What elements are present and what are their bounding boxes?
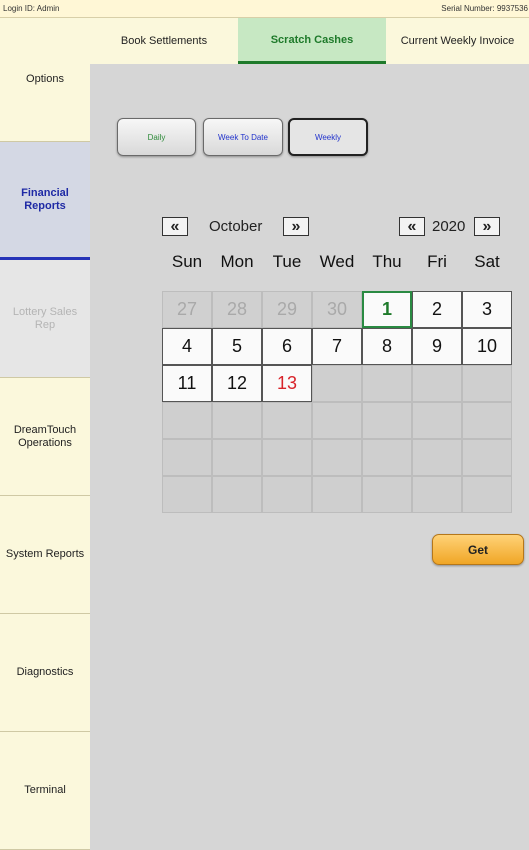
weekday-label: Fri <box>427 252 447 271</box>
prev-month-button[interactable]: « <box>162 217 188 236</box>
calendar-empty-cell <box>462 402 512 439</box>
sidebar-item-label: DreamTouch Operations <box>13 423 77 449</box>
calendar-day[interactable]: 10 <box>462 328 512 365</box>
calendar-empty-cell <box>162 402 212 439</box>
double-chevron-left-icon: « <box>407 217 417 235</box>
calendar-empty-cell <box>262 402 312 439</box>
weekday-label: Thu <box>372 252 402 271</box>
weekday-label: Sat <box>474 252 500 271</box>
calendar-day[interactable]: 9 <box>412 328 462 365</box>
prev-year-button[interactable]: « <box>399 217 425 236</box>
calendar-empty-cell <box>462 476 512 513</box>
calendar-empty-cell <box>162 439 212 476</box>
double-chevron-right-icon: » <box>482 217 492 235</box>
weekly-label: Weekly <box>314 132 342 142</box>
tab-label: Book Settlements <box>120 35 208 47</box>
calendar-empty-cell <box>312 439 362 476</box>
calendar-empty-cell <box>462 439 512 476</box>
tab-label: Current Weekly Invoice <box>400 35 515 47</box>
calendar-empty-cell <box>262 476 312 513</box>
status-bar: Login ID: Admin Serial Number: 9937536 <box>0 0 529 18</box>
daily-label: Daily <box>147 132 166 142</box>
calendar-empty-cell <box>262 439 312 476</box>
week-to-date-label: Week To Date <box>218 132 268 142</box>
calendar-empty-cell <box>312 476 362 513</box>
calendar-empty-cell <box>412 402 462 439</box>
weekday-label: Mon <box>220 252 254 271</box>
calendar-empty-cell <box>462 365 512 402</box>
calendar-day[interactable]: 30 <box>312 291 362 328</box>
sidebar-item-terminal[interactable]: Terminal <box>0 732 90 850</box>
calendar-day[interactable]: 6 <box>262 328 312 365</box>
daily-button[interactable]: Daily <box>117 118 196 156</box>
calendar-empty-cell <box>362 439 412 476</box>
calendar-day[interactable]: 1 <box>362 291 412 328</box>
calendar-empty-cell <box>312 365 362 402</box>
get-label: Get <box>467 542 488 557</box>
sidebar-item-label: Terminal <box>24 784 66 796</box>
sidebar-item-system-reports[interactable]: System Reports <box>0 496 90 614</box>
weekday-label: Wed <box>319 252 355 271</box>
double-chevron-right-icon: » <box>291 217 301 235</box>
sidebar-item-lottery-sales-rep[interactable]: Lottery Sales Rep <box>0 260 90 378</box>
calendar-day[interactable]: 2 <box>412 291 462 328</box>
tab-label: Scratch Cashes <box>270 33 354 46</box>
calendar-day[interactable]: 28 <box>212 291 262 328</box>
login-id: Login ID: Admin <box>3 4 60 13</box>
calendar-empty-cell <box>212 402 262 439</box>
calendar-empty-cell <box>362 402 412 439</box>
week-to-date-button[interactable]: Week To Date <box>203 118 283 156</box>
double-chevron-left-icon: « <box>170 217 180 235</box>
tab-scratch-cashes[interactable]: Scratch Cashes <box>238 18 386 64</box>
tab-bar: Book Settlements Scratch Cashes Current … <box>90 18 529 64</box>
sidebar-item-diagnostics[interactable]: Diagnostics <box>0 614 90 732</box>
calendar-day[interactable]: 29 <box>262 291 312 328</box>
next-year-button[interactable]: » <box>474 217 500 236</box>
calendar-empty-cell <box>412 476 462 513</box>
sidebar: Options Financial Reports Lottery Sales … <box>0 18 90 850</box>
sidebar-item-label: Financial Reports <box>21 186 69 212</box>
calendar-empty-cell <box>412 439 462 476</box>
sidebar-item-label: Lottery Sales Rep <box>12 305 78 331</box>
calendar-day[interactable]: 8 <box>362 328 412 365</box>
calendar-empty-cell <box>362 365 412 402</box>
serial-number: Serial Number: 9937536 <box>441 4 528 13</box>
weekly-button[interactable]: Weekly <box>288 118 368 156</box>
sidebar-item-label: System Reports <box>5 548 85 560</box>
sidebar-item-options[interactable]: Options <box>0 18 90 142</box>
calendar-day[interactable]: 7 <box>312 328 362 365</box>
calendar-day[interactable]: 12 <box>212 365 262 402</box>
next-month-button[interactable]: » <box>283 217 309 236</box>
month-label: October <box>209 218 263 235</box>
tab-current-weekly-invoice[interactable]: Current Weekly Invoice <box>386 18 529 64</box>
calendar-day[interactable]: 4 <box>162 328 212 365</box>
tab-book-settlements[interactable]: Book Settlements <box>90 18 238 64</box>
sidebar-item-label: Options <box>26 73 64 85</box>
calendar-empty-cell <box>162 476 212 513</box>
sidebar-item-financial-reports[interactable]: Financial Reports <box>0 142 90 260</box>
calendar-day[interactable]: 5 <box>212 328 262 365</box>
calendar-empty-cell <box>212 476 262 513</box>
calendar-empty-cell <box>312 402 362 439</box>
calendar-empty-cell <box>362 476 412 513</box>
calendar-empty-cell <box>212 439 262 476</box>
get-button[interactable]: Get <box>432 534 524 565</box>
sidebar-item-dreamtouch-operations[interactable]: DreamTouch Operations <box>0 378 90 496</box>
weekday-label: Sun <box>171 252 203 271</box>
calendar-day[interactable]: 27 <box>162 291 212 328</box>
sidebar-item-label: Diagnostics <box>16 666 74 678</box>
year-label: 2020 <box>432 218 466 235</box>
calendar-empty-cell <box>412 365 462 402</box>
calendar-day[interactable]: 11 <box>162 365 212 402</box>
weekday-label: Tue <box>272 252 302 271</box>
calendar-day[interactable]: 13 <box>262 365 312 402</box>
calendar-day[interactable]: 3 <box>462 291 512 328</box>
